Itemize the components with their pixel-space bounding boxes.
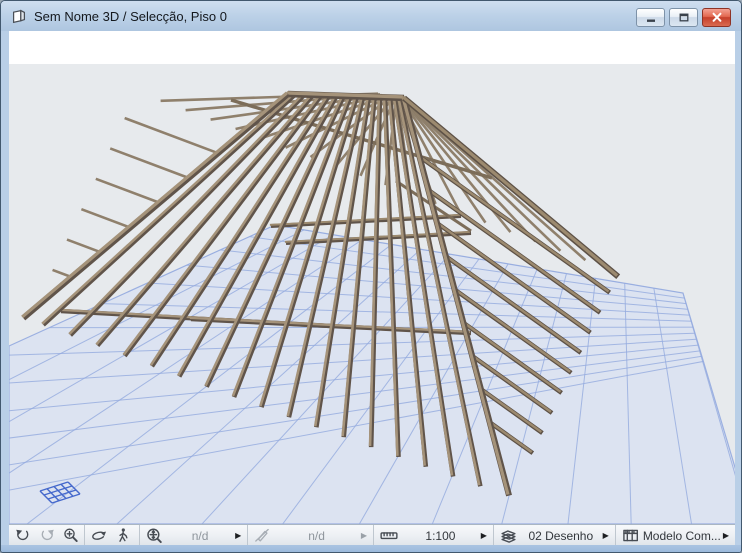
bottom-toolbar: n/d ▶ n/d ▶ 1:100 ▶ 02 Desenho ▶ Modelo …	[9, 524, 735, 547]
scale-label: 1:100	[425, 528, 456, 543]
scale-button[interactable]	[377, 526, 401, 545]
view-history-group	[9, 525, 85, 546]
minimize-button[interactable]	[636, 8, 665, 27]
3d-view-icon	[12, 9, 26, 24]
minimize-icon	[646, 19, 655, 22]
model-view-flyout-arrow[interactable]: ▶	[721, 531, 733, 540]
titlebar[interactable]: Sem Nome 3D / Selecção, Piso 0	[1, 1, 741, 31]
camera-flyout-arrow[interactable]: ▶	[233, 531, 245, 540]
restore-button[interactable]	[669, 8, 698, 27]
next-view-icon	[41, 529, 54, 541]
layer-label: 02 Desenho	[528, 528, 594, 543]
zoom-in-icon	[64, 528, 78, 542]
layer-button[interactable]	[497, 526, 520, 545]
camera-status-label: n/d	[191, 528, 209, 543]
scale-group: 1:100 ▶	[374, 525, 494, 546]
restore-icon	[679, 13, 688, 22]
fit-in-window-icon	[147, 528, 162, 543]
orbit-icon	[92, 531, 107, 540]
model-view-label: Modelo Com...	[642, 528, 721, 543]
3d-scene-canvas[interactable]	[9, 31, 735, 524]
model-view-options-icon	[623, 529, 638, 542]
camera-group: n/d ▶	[140, 525, 249, 546]
3d-window: Sem Nome 3D / Selecção, Piso 0 n/d ▶ n/d…	[0, 0, 742, 553]
previous-view-icon	[16, 529, 29, 541]
orbit-button[interactable]	[88, 526, 110, 545]
model-view-group: Modelo Com... ▶	[616, 525, 735, 546]
pen-set-group: n/d ▶	[248, 525, 375, 546]
layers-icon	[501, 530, 516, 543]
model-view-button[interactable]	[619, 526, 642, 545]
fit-in-window-button[interactable]	[143, 526, 166, 546]
close-icon	[712, 12, 721, 22]
layer-group: 02 Desenho ▶	[494, 525, 616, 546]
window-frame-bottom	[1, 545, 741, 552]
pen-set-icon	[255, 528, 270, 542]
ruler-icon	[380, 532, 398, 540]
walk-button[interactable]	[112, 526, 134, 545]
window-title: Sem Nome 3D / Selecção, Piso 0	[34, 8, 227, 24]
scale-flyout-arrow[interactable]: ▶	[479, 531, 491, 540]
layer-flyout-arrow[interactable]: ▶	[601, 531, 613, 540]
pen-set-label: n/d	[308, 528, 325, 543]
pen-set-flyout-arrow[interactable]: ▶	[359, 531, 371, 540]
3d-viewport[interactable]	[9, 31, 735, 524]
next-view-button[interactable]	[36, 526, 58, 545]
pen-set-button[interactable]	[251, 526, 273, 545]
zoom-in-button[interactable]	[60, 526, 82, 545]
close-button[interactable]	[702, 8, 731, 27]
previous-view-button[interactable]	[12, 526, 34, 545]
walk-icon	[119, 528, 128, 542]
navigation-group	[85, 525, 141, 546]
